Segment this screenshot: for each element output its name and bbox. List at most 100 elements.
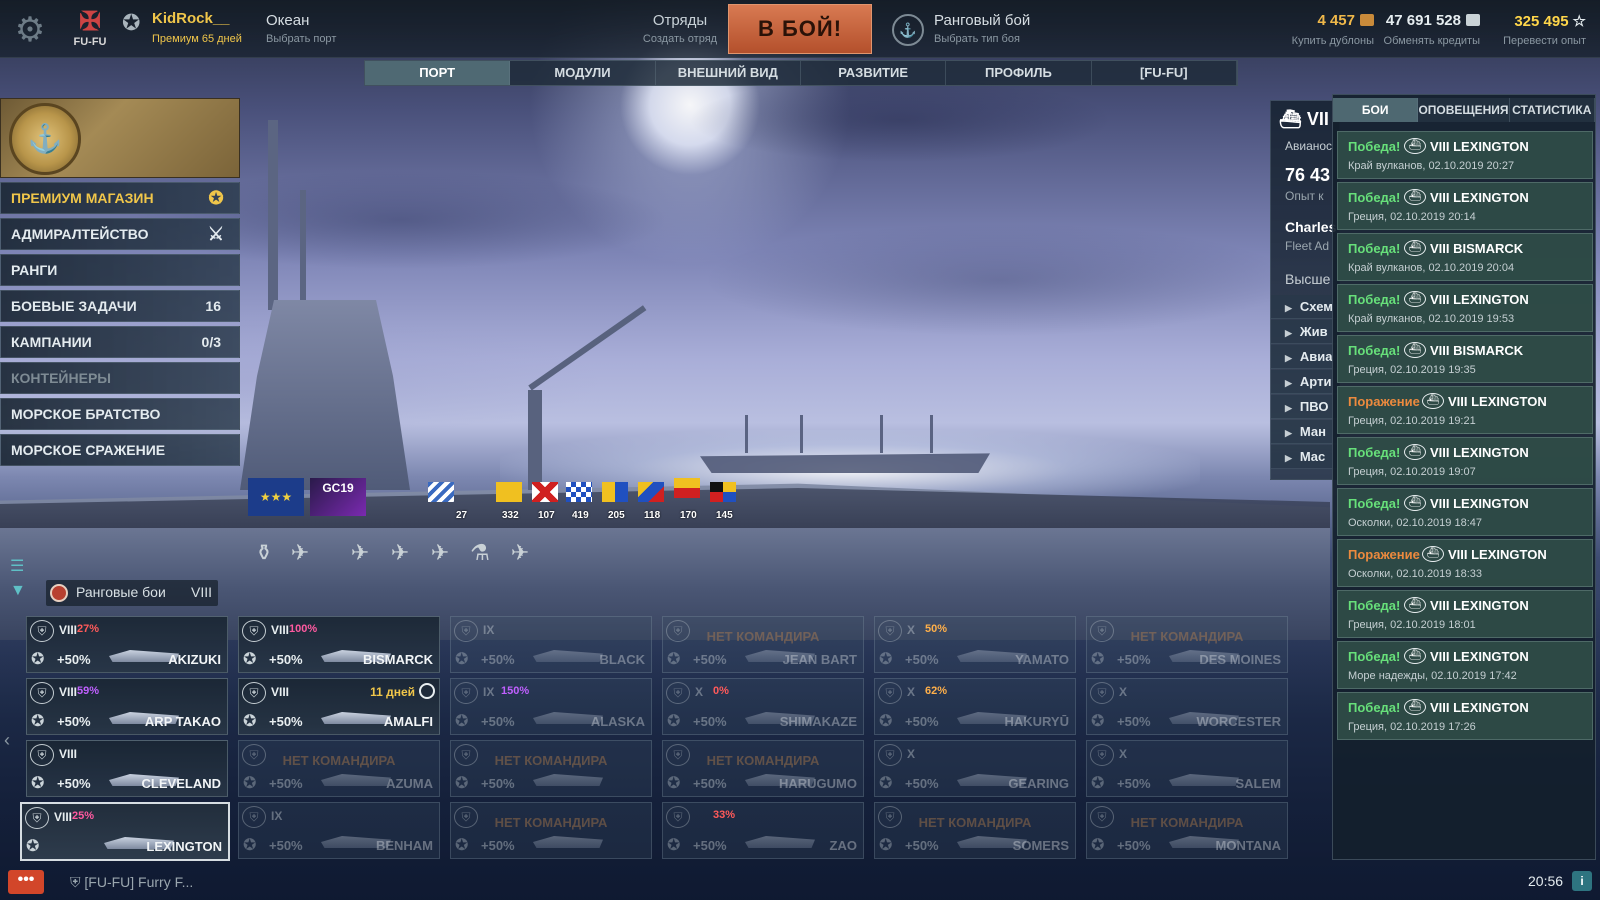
clan-logo[interactable]: ✠ FU-FU (70, 6, 110, 52)
aircraft-upgrade-icon[interactable]: ✈ (386, 538, 414, 568)
stat-row[interactable]: ПВО (1271, 395, 1339, 419)
menu-ranks[interactable]: РАНГИ (0, 254, 240, 286)
signal-flag[interactable] (532, 482, 558, 502)
aircraft-upgrade-icon[interactable]: ✈ (426, 538, 454, 568)
ship-card[interactable]: ⛨ ✪ +50% НЕТ КОМАНДИРА MONTANA (1086, 802, 1288, 859)
battle-result-item[interactable]: Победа! ⛴ VIII LEXINGTON Греция, 02.10.2019… (1337, 182, 1593, 230)
stat-row[interactable]: Схем (1271, 295, 1339, 319)
signal-flag[interactable] (674, 478, 700, 498)
event-banner[interactable]: ⚓ (0, 98, 240, 178)
tab-statistics[interactable]: СТАТИСТИКА (1509, 98, 1595, 122)
battle-result-item[interactable]: Победа! ⛴ VIII BISMARCK Край вулканов, 02.1… (1337, 233, 1593, 281)
stat-row[interactable]: Ман (1271, 420, 1339, 444)
ship-card[interactable]: ⛨ VIII ✪ +50% 11 дней AMALFI (238, 678, 440, 735)
clan-chat-channel[interactable]: ⛨ [FU-FU] Furry F... (70, 874, 193, 891)
signal-flag[interactable] (710, 482, 736, 502)
camouflage-icon[interactable]: ⚱ (250, 538, 278, 568)
aircraft-upgrade-icon[interactable]: ✈ (286, 538, 314, 568)
ship-card[interactable]: ⛨ IX ✪ +50% BLACK (450, 616, 652, 673)
list-view-icon[interactable]: ☰ (10, 556, 24, 576)
menu-containers[interactable]: КОНТЕЙНЕРЫ (0, 362, 240, 394)
commander-name[interactable]: Charles (1285, 219, 1336, 235)
clan-patch[interactable]: GC19 (310, 478, 366, 516)
squad-button[interactable]: Отряды (630, 12, 730, 29)
signal-flag[interactable] (496, 482, 522, 502)
tab-port[interactable]: ПОРТ (365, 61, 511, 85)
tab-research[interactable]: РАЗВИТИЕ (801, 61, 947, 85)
aircraft-upgrade-icon[interactable]: ✈ (346, 538, 374, 568)
ship-card[interactable]: ⛨ IX ✪ +50% BENHAM (238, 802, 440, 859)
tab-alerts[interactable]: ОПОВЕЩЕНИЯ (1418, 98, 1510, 122)
battle-result-item[interactable]: Победа! ⛴ VIII LEXINGTON Осколки, 02.10.201… (1337, 488, 1593, 536)
menu-premium-shop[interactable]: ПРЕМИУМ МАГАЗИН ✪ (0, 182, 240, 214)
ship-card[interactable]: ⛨ X ✪ +50% WORCESTER (1086, 678, 1288, 735)
ship-card[interactable]: ⛨ ✪ +50% НЕТ КОМАНДИРА JEAN BART (662, 616, 864, 673)
battle-result-item[interactable]: Поражение ⛴ VIII LEXINGTON Греция, 02.10.20… (1337, 386, 1593, 434)
ship-card[interactable]: ⛨ ✪ +50% НЕТ КОМАНДИРА (450, 740, 652, 797)
exchange-credits-link[interactable]: Обменять кредиты (1376, 35, 1480, 47)
stat-row[interactable]: Mac (1271, 445, 1339, 469)
tab-battles[interactable]: БОИ (1333, 98, 1419, 122)
signal-flag[interactable] (566, 482, 592, 502)
stat-row[interactable]: Арти (1271, 370, 1339, 394)
battle-result-item[interactable]: Победа! ⛴ VIII LEXINGTON Греция, 02.10.2019… (1337, 590, 1593, 638)
premium-status[interactable]: Премиум 65 дней (152, 33, 242, 45)
ship-card[interactable]: ⛨ ✪ +50% НЕТ КОМАНДИРА AZUMA (238, 740, 440, 797)
battle-button[interactable]: В БОЙ! (728, 4, 872, 54)
tab-clan[interactable]: [FU-FU] (1092, 61, 1237, 85)
aircraft-upgrade-icon[interactable]: ✈ (506, 538, 534, 568)
convert-xp-link[interactable]: Перевести опыт (1490, 35, 1586, 47)
menu-combat-missions[interactable]: БОЕВЫЕ ЗАДАЧИ 16 (0, 290, 240, 322)
ship-card[interactable]: ⛨ 33% ✪ +50% ZAO (662, 802, 864, 859)
battle-mode-icon[interactable]: ⚓ (892, 14, 924, 46)
battle-result-item[interactable]: Поражение ⛴ VIII LEXINGTON Осколки, 02.10.2… (1337, 539, 1593, 587)
carousel-left-arrow-icon[interactable]: ‹ (4, 730, 10, 751)
tab-modules[interactable]: МОДУЛИ (510, 61, 656, 85)
stat-row[interactable]: Авиа (1271, 345, 1339, 369)
ship-card[interactable]: ⛨ X 50% ✪ +50% YAMATO (874, 616, 1076, 673)
battle-result-item[interactable]: Победа! ⛴ VIII LEXINGTON Греция, 02.10.2019… (1337, 437, 1593, 485)
tab-profile[interactable]: ПРОФИЛЬ (946, 61, 1092, 85)
ship-card[interactable]: ⛨ VIII ✪ +50% CLEVELAND (26, 740, 228, 797)
ship-card[interactable]: ⛨ X 62% ✪ +50% HAKURYŪ (874, 678, 1076, 735)
signal-flag[interactable] (428, 482, 454, 502)
battle-result-item[interactable]: Победа! ⛴ VIII LEXINGTON Край вулканов, 02.… (1337, 131, 1593, 179)
carousel-filter[interactable]: Ранговые бои VIII (46, 580, 218, 606)
signal-flag[interactable] (602, 482, 628, 502)
menu-naval-battle[interactable]: МОРСКОЕ СРАЖЕНИЕ (0, 434, 240, 466)
ship-card[interactable]: ⛨ VIII 27% ✪ +50% AKIZUKI (26, 616, 228, 673)
settings-gear-icon[interactable]: ⚙ (10, 10, 50, 50)
battle-mode-hint[interactable]: Выбрать тип боя (934, 33, 1020, 45)
stat-row[interactable]: Жив (1271, 320, 1339, 344)
ship-card[interactable]: ⛨ X ✪ +50% GEARING (874, 740, 1076, 797)
battle-result-item[interactable]: Победа! ⛴ VIII BISMARCK Греция, 02.10.2019 … (1337, 335, 1593, 383)
battle-mode-title[interactable]: Ранговый бой (934, 12, 1030, 29)
ship-card[interactable]: ⛨ VIII 25% ✪ LEXINGTON (20, 802, 230, 861)
ship-card[interactable]: ⛨ IX 150% ✪ +50% ALASKA (450, 678, 652, 735)
ship-card[interactable]: ⛨ VIII 59% ✪ +50% ARP TAKAO (26, 678, 228, 735)
consumable-icon[interactable]: ⚗ (466, 538, 494, 568)
ship-card[interactable]: ⛨ VIII 100% ✪ +50% BISMARCK (238, 616, 440, 673)
buy-doubloons-link[interactable]: Купить дублоны (1270, 35, 1374, 47)
filter-icon[interactable]: ▼ (10, 582, 26, 600)
create-squad-hint[interactable]: Создать отряд (620, 33, 740, 45)
ship-card[interactable]: ⛨ X 0% ✪ +50% SHIMAKAZE (662, 678, 864, 735)
menu-naval-brotherhood[interactable]: МОРСКОЕ БРАТСТВО (0, 398, 240, 430)
tab-exterior[interactable]: ВНЕШНИЙ ВИД (656, 61, 801, 85)
ship-card[interactable]: ⛨ X ✪ +50% SALEM (1086, 740, 1288, 797)
chat-button[interactable]: ••• (8, 870, 44, 894)
ship-card[interactable]: ⛨ ✪ +50% НЕТ КОМАНДИРА SOMERS (874, 802, 1076, 859)
info-button[interactable]: i (1572, 871, 1592, 891)
username[interactable]: KidRock__ (152, 10, 230, 27)
menu-admiralty[interactable]: АДМИРАЛТЕЙСТВО ⚔ (0, 218, 240, 250)
port-select-hint[interactable]: Выбрать порт (266, 33, 336, 45)
battle-result-item[interactable]: Победа! ⛴ VIII LEXINGTON Край вулканов, 02.… (1337, 284, 1593, 332)
battle-result-item[interactable]: Победа! ⛴ VIII LEXINGTON Море надежды, 02.1… (1337, 641, 1593, 689)
port-name[interactable]: Океан (266, 12, 309, 29)
battle-result-item[interactable]: Победа! ⛴ VIII LEXINGTON Греция, 02.10.2019… (1337, 692, 1593, 740)
ship-card[interactable]: ⛨ ✪ +50% НЕТ КОМАНДИРА (450, 802, 652, 859)
ship-card[interactable]: ⛨ ✪ +50% НЕТ КОМАНДИРА HARUGUMO (662, 740, 864, 797)
ship-card[interactable]: ⛨ ✪ +50% НЕТ КОМАНДИРА DES MOINES (1086, 616, 1288, 673)
menu-campaigns[interactable]: КАМПАНИИ 0/3 (0, 326, 240, 358)
eu-flag-patch[interactable]: ★★★ (248, 478, 304, 516)
